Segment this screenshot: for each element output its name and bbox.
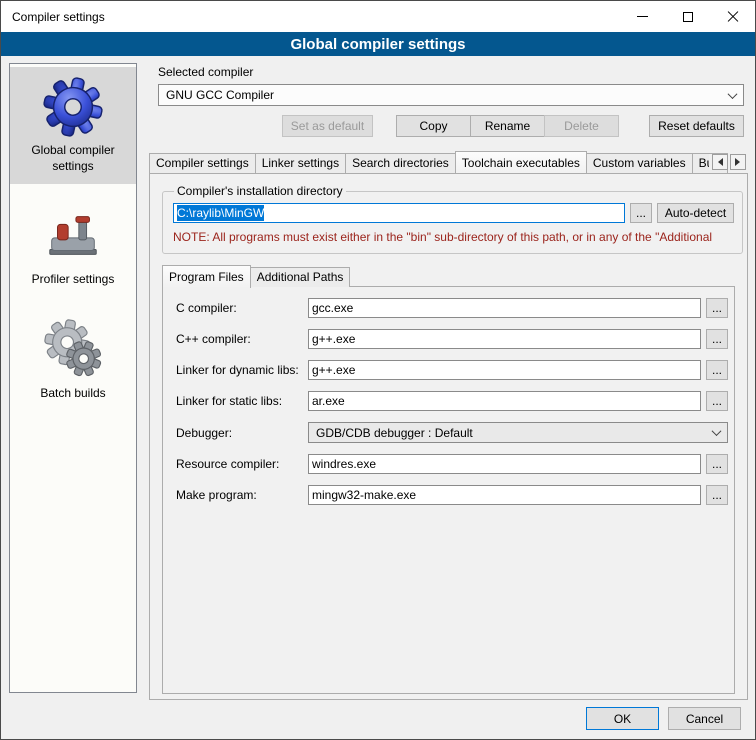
linker-dynamic-input[interactable]: g++.exe — [308, 360, 701, 380]
cpp-compiler-value: g++.exe — [312, 332, 355, 346]
c-compiler-value: gcc.exe — [312, 301, 353, 315]
linker-static-value: ar.exe — [312, 394, 345, 408]
linker-static-input[interactable]: ar.exe — [308, 391, 701, 411]
compiler-actions: Set as default Copy Rename Delete Reset … — [158, 115, 744, 137]
toolchain-executables-panel: Compiler's installation directory C:\ray… — [149, 173, 748, 700]
linker-dynamic-row: Linker for dynamic libs: g++.exe ... — [176, 360, 728, 380]
selected-compiler-label: Selected compiler — [158, 65, 749, 79]
minimize-icon — [637, 16, 648, 17]
triangle-left-icon — [714, 158, 723, 166]
tab-scroll-controls — [709, 154, 746, 170]
program-files-panel: C compiler: gcc.exe ... C++ compiler: g+… — [162, 286, 735, 694]
close-button[interactable] — [710, 1, 755, 32]
program-tabstrip: Program Files Additional Paths — [162, 265, 735, 287]
blue-gear-icon — [42, 75, 104, 137]
sidebar-item-profiler-settings[interactable]: Profiler settings — [10, 196, 136, 298]
settings-category-list: Global compiler settings Profiler settin… — [9, 63, 137, 693]
linker-static-label: Linker for static libs: — [176, 394, 308, 408]
reset-defaults-button[interactable]: Reset defaults — [649, 115, 744, 137]
resource-compiler-label: Resource compiler: — [176, 457, 308, 471]
debugger-value: GDB/CDB debugger : Default — [316, 426, 707, 440]
cancel-button[interactable]: Cancel — [668, 707, 741, 730]
installation-directory-browse-button[interactable]: ... — [630, 203, 652, 223]
auto-detect-button[interactable]: Auto-detect — [657, 203, 734, 223]
rename-button[interactable]: Rename — [470, 115, 545, 137]
profiler-tool-icon — [42, 204, 104, 266]
window-title: Compiler settings — [1, 1, 620, 32]
make-program-row: Make program: mingw32-make.exe ... — [176, 485, 728, 505]
chevron-down-icon — [723, 85, 741, 105]
cpp-compiler-row: C++ compiler: g++.exe ... — [176, 329, 728, 349]
installation-directory-row: C:\raylib\MinGW ... Auto-detect — [173, 203, 734, 223]
debugger-row: Debugger: GDB/CDB debugger : Default — [176, 422, 728, 443]
tab-compiler-settings[interactable]: Compiler settings — [149, 153, 256, 173]
make-program-browse-button[interactable]: ... — [706, 485, 728, 505]
installation-directory-group: Compiler's installation directory C:\ray… — [162, 184, 743, 254]
tab-custom-variables[interactable]: Custom variables — [586, 153, 693, 173]
sidebar-item-label: Global compiler settings — [14, 143, 132, 174]
linker-static-row: Linker for static libs: ar.exe ... — [176, 391, 728, 411]
dialog-body: Global compiler settings Profiler settin… — [1, 56, 755, 738]
sidebar-item-label: Profiler settings — [32, 272, 115, 288]
resource-compiler-row: Resource compiler: windres.exe ... — [176, 454, 728, 474]
make-program-label: Make program: — [176, 488, 308, 502]
tab-scroll-right-button[interactable] — [730, 154, 746, 170]
linker-dynamic-browse-button[interactable]: ... — [706, 360, 728, 380]
dialog-banner-title: Global compiler settings — [290, 36, 465, 53]
titlebar: Compiler settings — [1, 1, 755, 32]
c-compiler-input[interactable]: gcc.exe — [308, 298, 701, 318]
dialog-footer: OK Cancel — [586, 707, 741, 730]
tab-additional-paths[interactable]: Additional Paths — [250, 267, 351, 287]
resource-compiler-input[interactable]: windres.exe — [308, 454, 701, 474]
delete-button[interactable]: Delete — [544, 115, 619, 137]
debugger-label: Debugger: — [176, 426, 308, 440]
cpp-compiler-label: C++ compiler: — [176, 332, 308, 346]
triangle-right-icon — [735, 158, 744, 166]
ok-button[interactable]: OK — [586, 707, 659, 730]
tab-toolchain-executables[interactable]: Toolchain executables — [455, 151, 587, 173]
chevron-down-icon — [707, 423, 725, 442]
tab-search-directories[interactable]: Search directories — [345, 153, 456, 173]
selected-compiler-select[interactable]: GNU GCC Compiler — [158, 84, 744, 106]
c-compiler-browse-button[interactable]: ... — [706, 298, 728, 318]
installation-directory-group-label: Compiler's installation directory — [174, 184, 346, 198]
debugger-select[interactable]: GDB/CDB debugger : Default — [308, 422, 728, 443]
maximize-icon — [683, 12, 693, 22]
sidebar-item-global-compiler-settings[interactable]: Global compiler settings — [10, 67, 136, 184]
settings-tabstrip: Compiler settings Linker settings Search… — [149, 150, 748, 173]
installation-directory-input[interactable]: C:\raylib\MinGW — [173, 203, 625, 223]
tab-linker-settings[interactable]: Linker settings — [255, 153, 346, 173]
c-compiler-row: C compiler: gcc.exe ... — [176, 298, 728, 318]
c-compiler-label: C compiler: — [176, 301, 308, 315]
sidebar-item-label: Batch builds — [40, 386, 105, 402]
installation-directory-value: C:\raylib\MinGW — [177, 205, 264, 221]
compiler-settings-window: Compiler settings Global compiler settin… — [0, 0, 756, 740]
gray-gears-icon — [42, 318, 104, 380]
tab-scroll-left-button[interactable] — [712, 154, 728, 170]
dialog-banner: Global compiler settings — [1, 32, 755, 56]
sidebar-item-batch-builds[interactable]: Batch builds — [10, 310, 136, 412]
minimize-button[interactable] — [620, 1, 665, 32]
main-area: Selected compiler GNU GCC Compiler Set a… — [147, 59, 749, 700]
close-icon — [727, 11, 739, 23]
copy-button[interactable]: Copy — [396, 115, 471, 137]
linker-dynamic-label: Linker for dynamic libs: — [176, 363, 308, 377]
cpp-compiler-browse-button[interactable]: ... — [706, 329, 728, 349]
cpp-compiler-input[interactable]: g++.exe — [308, 329, 701, 349]
maximize-button[interactable] — [665, 1, 710, 32]
installation-directory-note: NOTE: All programs must exist either in … — [173, 230, 734, 244]
selected-compiler-value: GNU GCC Compiler — [166, 88, 723, 102]
linker-static-browse-button[interactable]: ... — [706, 391, 728, 411]
resource-compiler-value: windres.exe — [312, 457, 376, 471]
tab-program-files[interactable]: Program Files — [162, 265, 251, 288]
linker-dynamic-value: g++.exe — [312, 363, 355, 377]
make-program-input[interactable]: mingw32-make.exe — [308, 485, 701, 505]
set-as-default-button[interactable]: Set as default — [282, 115, 373, 137]
make-program-value: mingw32-make.exe — [312, 488, 416, 502]
resource-compiler-browse-button[interactable]: ... — [706, 454, 728, 474]
